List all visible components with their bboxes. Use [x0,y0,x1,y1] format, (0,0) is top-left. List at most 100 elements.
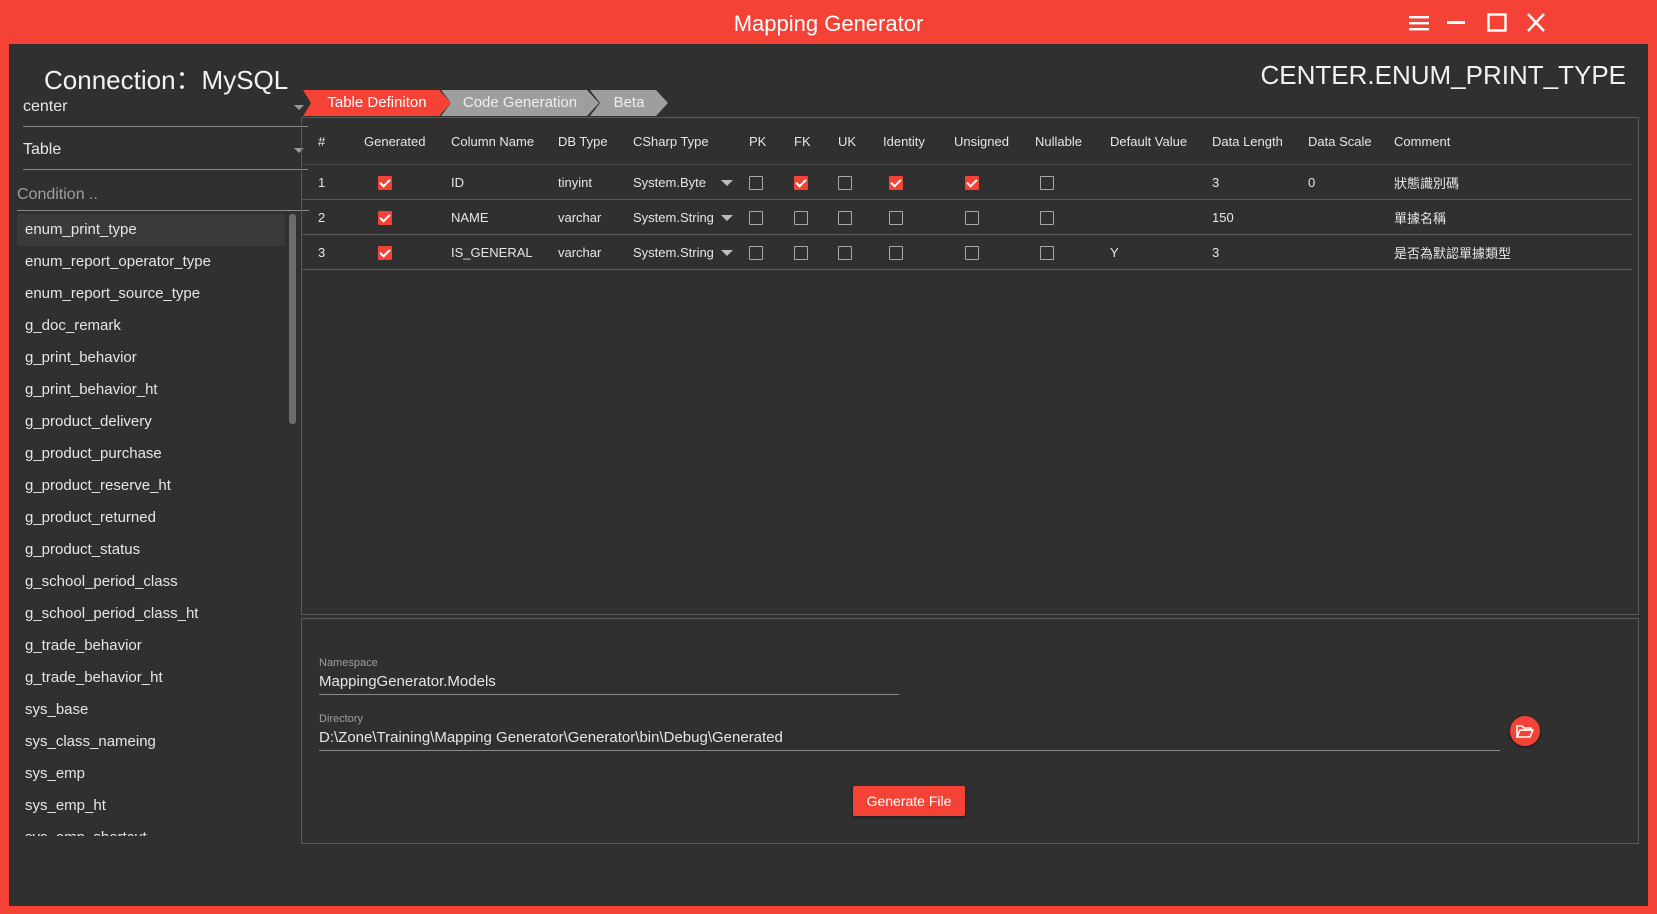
table-list-item[interactable]: sys_emp_shortcut [17,822,285,836]
generated-checkbox[interactable] [378,210,392,225]
table-list-scrollbar[interactable] [289,214,296,424]
table-row[interactable]: 2 NAME varchar System.String 150 單據名稱 [302,199,1632,235]
column-header[interactable]: DB Type [542,118,617,165]
fk-checkbox[interactable] [794,210,808,225]
column-header[interactable]: Identity [867,118,938,165]
column-header[interactable]: # [302,118,348,165]
nullable-checkbox[interactable] [1040,175,1054,190]
column-header[interactable]: CSharp Type [617,118,733,165]
directory-input[interactable] [319,726,1500,748]
fk-checkbox[interactable] [794,175,808,190]
name-cell[interactable]: NAME [435,199,542,235]
default-cell[interactable]: Y [1094,234,1196,270]
nullable-checkbox[interactable] [1040,210,1054,225]
table-list-item[interactable]: g_trade_behavior_ht [17,662,285,694]
fk-cell [778,199,822,235]
column-header[interactable]: Data Scale [1292,118,1378,165]
default-cell[interactable] [1094,199,1196,235]
unsigned-checkbox[interactable] [965,175,979,190]
identity-cell [867,199,938,235]
length-cell[interactable]: 3 [1196,164,1292,200]
uk-cell [822,164,867,200]
pk-checkbox[interactable] [749,245,763,260]
column-header[interactable]: Unsigned [938,118,1019,165]
condition-input[interactable] [17,182,309,208]
fk-checkbox[interactable] [794,245,808,260]
length-cell[interactable]: 150 [1196,199,1292,235]
comment-cell[interactable]: 單據名稱 [1378,199,1632,235]
table-list-item[interactable]: g_print_behavior_ht [17,374,285,406]
table-list-item[interactable]: g_product_purchase [17,438,285,470]
table-list-item[interactable]: g_trade_behavior [17,630,285,662]
column-header[interactable]: UK [822,118,867,165]
csharp-type-select[interactable]: System.Byte [633,175,733,190]
table-list-item[interactable]: g_product_status [17,534,285,566]
csharp-type-cell: System.String [617,234,733,270]
csharp-type-cell: System.Byte [617,164,733,200]
generate-file-button[interactable]: Generate File [853,786,965,816]
name-cell[interactable]: ID [435,164,542,200]
unsigned-checkbox[interactable] [965,245,979,260]
tab-beta[interactable]: Beta [590,90,668,116]
table-list-item[interactable]: enum_report_operator_type [17,246,285,278]
database-select[interactable]: center [23,90,308,127]
generated-checkbox[interactable] [378,245,392,260]
identity-checkbox[interactable] [889,245,903,260]
table-list-item[interactable]: enum_report_source_type [17,278,285,310]
column-header[interactable]: Generated [348,118,435,165]
table-row[interactable]: 1 ID tinyint System.Byte 3 0 狀態識別碼 [302,164,1632,200]
comment-cell[interactable]: 是否為默認單據類型 [1378,234,1632,270]
minimize-icon[interactable] [1444,12,1468,34]
object-type-select[interactable]: Table [23,133,308,170]
column-header[interactable]: Comment [1378,118,1632,165]
table-list-item[interactable]: sys_emp_ht [17,790,285,822]
pk-checkbox[interactable] [749,175,763,190]
table-list-item[interactable]: enum_print_type [17,214,285,246]
length-cell[interactable]: 3 [1196,234,1292,270]
table-row[interactable]: 3 IS_GENERAL varchar System.String Y 3 是否為默認單據… [302,234,1632,270]
uk-checkbox[interactable] [838,245,852,260]
table-list-item[interactable]: sys_class_nameing [17,726,285,758]
nullable-cell [1019,164,1094,200]
table-list-item[interactable]: g_product_returned [17,502,285,534]
namespace-input[interactable] [319,670,899,692]
nullable-checkbox[interactable] [1040,245,1054,260]
generated-checkbox[interactable] [378,175,392,190]
name-cell[interactable]: IS_GENERAL [435,234,542,270]
identity-checkbox[interactable] [889,175,903,190]
table-list-item[interactable]: sys_emp [17,758,285,790]
fk-cell [778,164,822,200]
menu-icon[interactable] [1407,12,1431,34]
tab-table-definition[interactable]: Table Definiton [303,90,451,116]
column-header[interactable]: Nullable [1019,118,1094,165]
table-list-item[interactable]: g_print_behavior [17,342,285,374]
csharp-type-select[interactable]: System.String [633,210,733,225]
maximize-icon[interactable] [1485,12,1509,34]
uk-checkbox[interactable] [838,175,852,190]
close-icon[interactable] [1524,12,1548,34]
table-list-item[interactable]: g_school_period_class [17,566,285,598]
object-type-select-value: Table [23,141,62,158]
tab-code-generation[interactable]: Code Generation [441,90,599,116]
comment-cell[interactable]: 狀態識別碼 [1378,164,1632,200]
column-header[interactable]: Data Length [1196,118,1292,165]
identity-checkbox[interactable] [889,210,903,225]
table-list-item[interactable]: g_product_delivery [17,406,285,438]
default-cell[interactable] [1094,164,1196,200]
pk-checkbox[interactable] [749,210,763,225]
table-list-item[interactable]: g_school_period_class_ht [17,598,285,630]
column-header[interactable]: Column Name [435,118,542,165]
column-header[interactable]: PK [733,118,778,165]
column-header[interactable]: Default Value [1094,118,1196,165]
namespace-field [319,670,899,695]
column-header[interactable]: FK [778,118,822,165]
pk-cell [733,199,778,235]
uk-checkbox[interactable] [838,210,852,225]
table-list-item[interactable]: sys_base [17,694,285,726]
table-list-item[interactable]: g_product_reserve_ht [17,470,285,502]
browse-folder-button[interactable] [1510,716,1540,746]
column-table: # Generated Column Name DB Type CSharp Type P… [302,118,1632,270]
table-list-item[interactable]: g_doc_remark [17,310,285,342]
csharp-type-select[interactable]: System.String [633,245,733,260]
unsigned-checkbox[interactable] [965,210,979,225]
